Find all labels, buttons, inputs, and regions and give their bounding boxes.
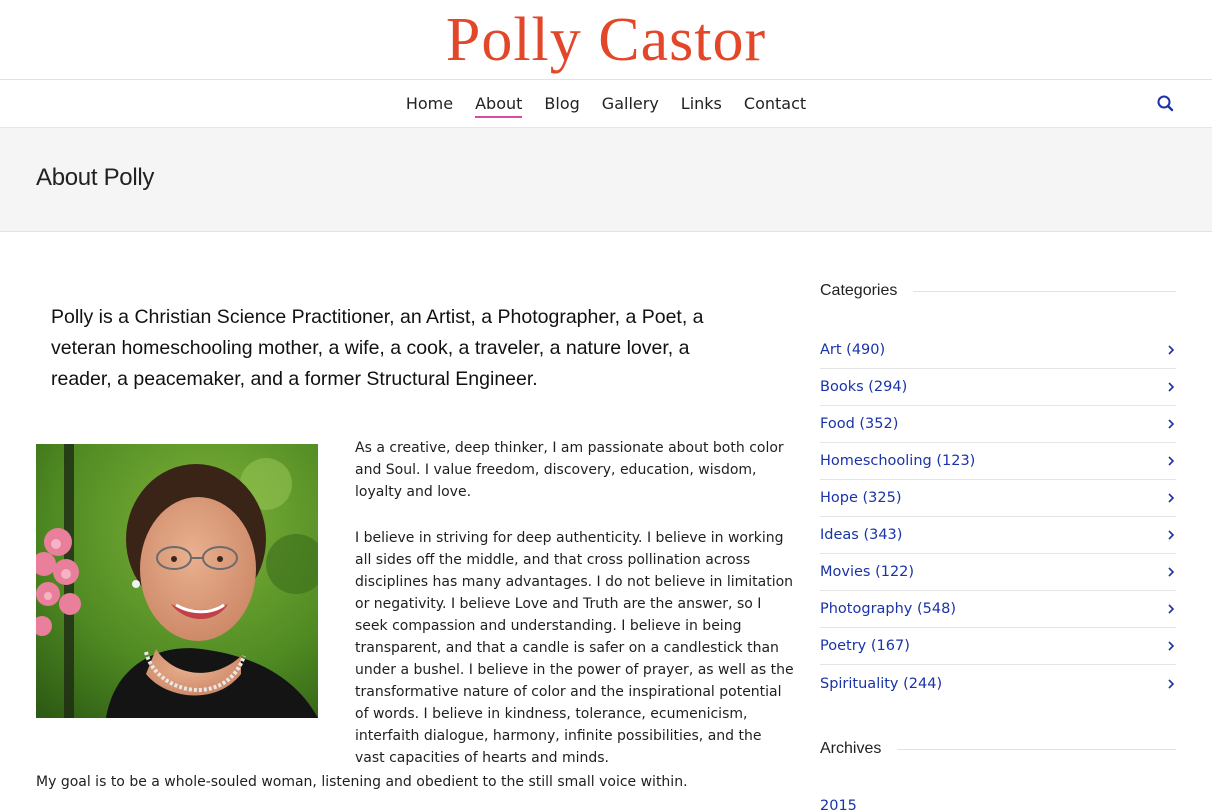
category-item[interactable]: Hope (325) [820, 480, 1176, 517]
site-title[interactable]: Polly Castor [0, 0, 1212, 80]
site-header: Polly Castor [0, 0, 1212, 80]
bio-paragraph: As a creative, deep thinker, I am passio… [355, 440, 784, 500]
nav-item-gallery[interactable]: Gallery [591, 80, 670, 128]
archives-widget-title: Archives [820, 740, 1176, 758]
chevron-right-icon [1168, 567, 1175, 577]
category-label[interactable]: Homeschooling (123) [820, 453, 975, 469]
chevron-right-icon [1168, 641, 1175, 651]
page-title-band: About Polly [0, 128, 1212, 232]
page-title: About Polly [36, 164, 155, 191]
nav-list: Home About Blog Gallery Links Contact [0, 80, 1212, 128]
category-label[interactable]: Art (490) [820, 342, 885, 358]
category-item[interactable]: Spirituality (244) [820, 665, 1176, 702]
categories-heading: Categories [820, 282, 898, 299]
category-label[interactable]: Movies (122) [820, 564, 914, 580]
chevron-right-icon [1168, 493, 1175, 503]
category-label[interactable]: Poetry (167) [820, 638, 910, 654]
category-label[interactable]: Food (352) [820, 416, 898, 432]
category-label[interactable]: Photography (548) [820, 601, 956, 617]
category-item[interactable]: Food (352) [820, 406, 1176, 443]
category-label[interactable]: Books (294) [820, 379, 907, 395]
categories-widget-title: Categories [820, 282, 1176, 300]
category-list: Art (490) Books (294) Food (352) Homesch… [820, 332, 1176, 702]
archive-item[interactable]: 2015 [820, 798, 1176, 811]
nav-item-contact[interactable]: Contact [733, 80, 817, 128]
category-item[interactable]: Art (490) [820, 332, 1176, 369]
search-icon [1157, 95, 1174, 112]
bio-paragraph: I believe in striving for deep authentic… [355, 530, 794, 766]
nav-item-about[interactable]: About [464, 80, 533, 128]
category-item[interactable]: Poetry (167) [820, 628, 1176, 665]
chevron-right-icon [1168, 345, 1175, 355]
chevron-right-icon [1168, 456, 1175, 466]
category-item[interactable]: Books (294) [820, 369, 1176, 406]
main-nav: Home About Blog Gallery Links Contact [0, 80, 1212, 128]
search-button[interactable] [1154, 92, 1178, 116]
category-item[interactable]: Ideas (343) [820, 517, 1176, 554]
category-label[interactable]: Ideas (343) [820, 527, 902, 543]
main-content: Polly is a Christian Science Practitione… [0, 232, 800, 811]
category-label[interactable]: Hope (325) [820, 490, 902, 506]
nav-item-links[interactable]: Links [670, 80, 733, 128]
intro-text: Polly is a Christian Science Practitione… [51, 306, 704, 390]
portrait-photo [36, 444, 318, 718]
goal-text: My goal is to be a whole-souled woman, l… [36, 774, 688, 790]
category-label[interactable]: Spirituality (244) [820, 676, 942, 692]
chevron-right-icon [1168, 419, 1175, 429]
chevron-right-icon [1168, 530, 1175, 540]
chevron-right-icon [1168, 604, 1175, 614]
chevron-right-icon [1168, 678, 1175, 689]
nav-item-home[interactable]: Home [395, 80, 464, 128]
chevron-right-icon [1168, 382, 1175, 392]
category-item[interactable]: Movies (122) [820, 554, 1176, 591]
bio-text: As a creative, deep thinker, I am passio… [355, 437, 795, 793]
divider [897, 748, 1176, 750]
portrait-image [36, 444, 318, 718]
archives-heading: Archives [820, 740, 882, 757]
nav-item-blog[interactable]: Blog [533, 80, 590, 128]
category-item[interactable]: Homeschooling (123) [820, 443, 1176, 480]
sidebar: Categories Art (490) Books (294) Food (3… [820, 232, 1176, 811]
category-item[interactable]: Photography (548) [820, 591, 1176, 628]
divider [913, 290, 1176, 292]
